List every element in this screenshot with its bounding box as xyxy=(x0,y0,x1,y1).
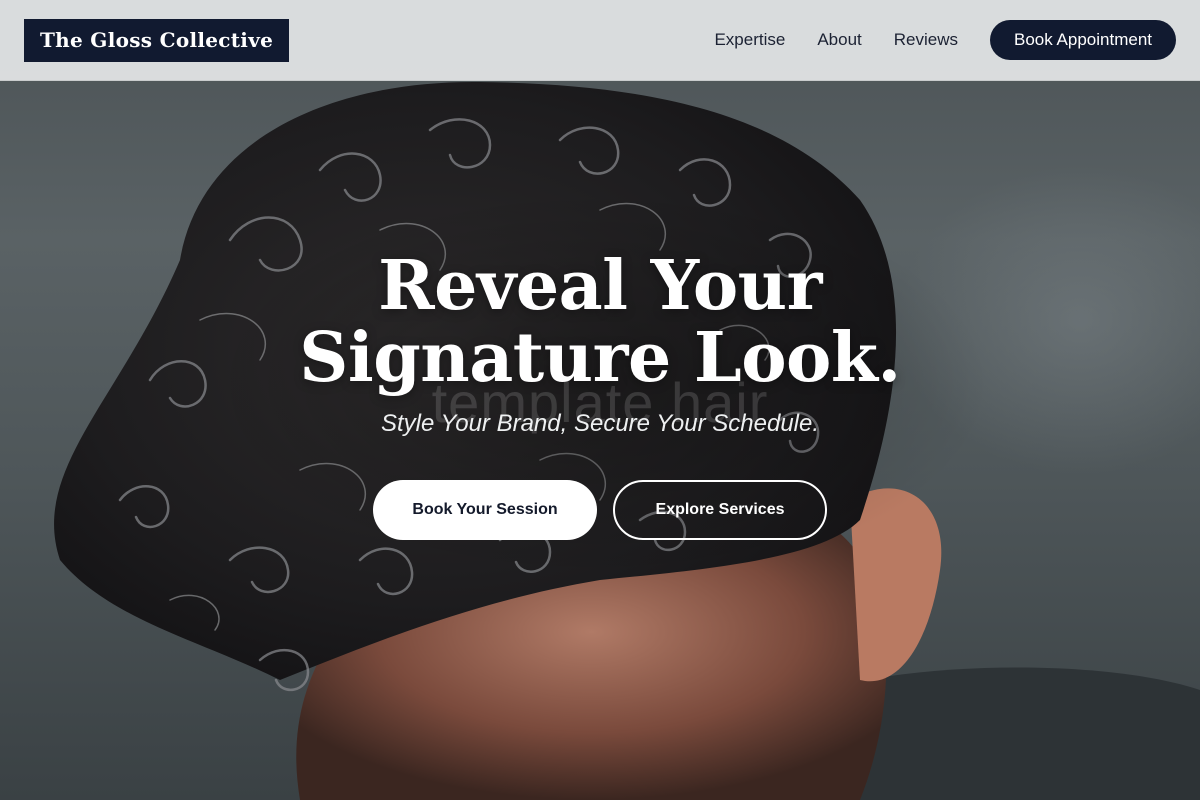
hero-cta-group: Book Your Session Explore Services xyxy=(0,480,1200,540)
explore-services-button[interactable]: Explore Services xyxy=(613,480,827,540)
nav-link-reviews[interactable]: Reviews xyxy=(894,30,958,50)
hero-tagline: Style Your Brand, Secure Your Schedule. xyxy=(380,410,820,437)
hero-headline: Reveal Your Signature Look. xyxy=(299,246,901,398)
nav-link-about[interactable]: About xyxy=(817,30,861,50)
main-nav: Expertise About Reviews Book Appointment xyxy=(714,20,1176,60)
book-appointment-button[interactable]: Book Appointment xyxy=(990,20,1176,60)
site-header: The Gloss Collective Expertise About Rev… xyxy=(0,0,1200,81)
hero-content: template hair Reveal Your Signature Look… xyxy=(0,250,1200,540)
book-session-button[interactable]: Book Your Session xyxy=(373,480,597,540)
brand-logo[interactable]: The Gloss Collective xyxy=(24,18,290,62)
nav-link-expertise[interactable]: Expertise xyxy=(714,30,785,50)
